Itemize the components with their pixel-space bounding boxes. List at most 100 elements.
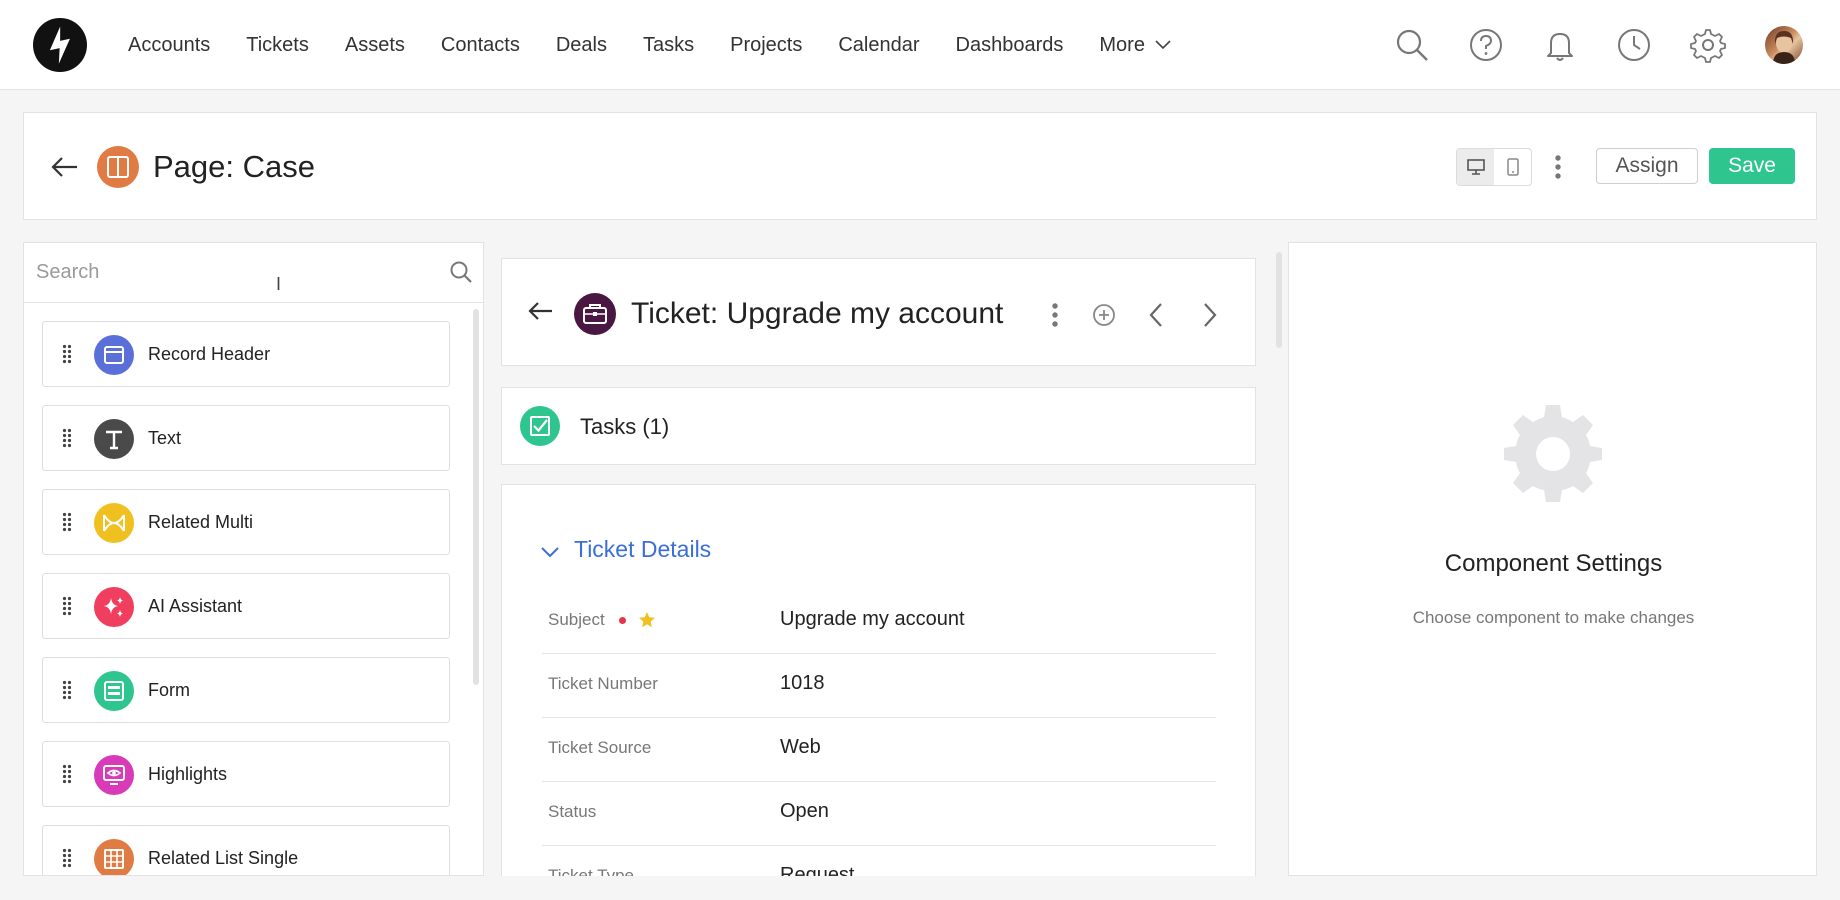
top-navigation: Accounts Tickets Assets Contacts Deals T… — [0, 0, 1840, 90]
task-checkbox-icon — [520, 406, 560, 446]
ticket-briefcase-icon — [574, 293, 616, 335]
field-value: Request — [780, 864, 855, 876]
nav-contacts[interactable]: Contacts — [441, 34, 520, 57]
page-header: Page: Case Assign Save — [23, 112, 1817, 220]
nav-deals[interactable]: Deals — [556, 34, 607, 57]
bell-icon[interactable] — [1542, 27, 1578, 63]
field-label: Ticket Number — [548, 674, 658, 693]
add-circle-icon[interactable] — [1091, 302, 1117, 328]
component-label: Record Header — [148, 344, 271, 364]
component-label: Highlights — [148, 764, 228, 784]
sparkle-icon — [94, 587, 134, 627]
table-icon — [94, 839, 134, 875]
desktop-view-button[interactable] — [1457, 149, 1494, 185]
chevron-down-icon[interactable] — [540, 545, 560, 559]
tasks-related-list[interactable]: Tasks (1) — [501, 387, 1256, 465]
assign-button[interactable]: Assign — [1596, 148, 1698, 184]
drag-handle-icon[interactable] — [62, 848, 72, 868]
field-label: Ticket Source — [548, 738, 652, 757]
drag-handle-icon[interactable] — [62, 680, 72, 700]
nav-dashboards[interactable]: Dashboards — [956, 34, 1064, 57]
field-label: Ticket Type — [548, 866, 634, 876]
briefcase-icon — [583, 304, 607, 324]
nav-tasks[interactable]: Tasks — [643, 34, 694, 57]
settings-title: Component Settings — [1444, 550, 1663, 577]
nav-links: Accounts Tickets Assets Contacts Deals T… — [128, 0, 1207, 90]
app-logo[interactable] — [33, 18, 87, 72]
chevron-right-icon[interactable] — [1201, 301, 1219, 329]
gear-icon — [1504, 405, 1602, 502]
field-value: Web — [780, 736, 821, 758]
field-row-ticket-source[interactable]: Ticket Source Web — [542, 718, 1216, 782]
tasks-label: Tasks (1) — [580, 414, 670, 439]
mobile-icon — [1506, 158, 1519, 176]
layout-icon — [107, 156, 129, 178]
nav-accounts[interactable]: Accounts — [128, 34, 210, 57]
section-title[interactable]: Ticket Details — [574, 536, 711, 563]
component-form[interactable]: Form — [42, 657, 450, 723]
search-icon[interactable] — [449, 260, 473, 284]
component-settings-panel: Component Settings Choose component to m… — [1288, 242, 1817, 876]
highlights-icon — [94, 755, 134, 795]
chevron-left-icon[interactable] — [1147, 301, 1165, 329]
nav-calendar[interactable]: Calendar — [838, 34, 919, 57]
lightning-logo-icon — [49, 26, 70, 64]
component-ai-assistant[interactable]: AI Assistant — [42, 573, 450, 639]
component-text[interactable]: Text — [42, 405, 450, 471]
component-label: Form — [148, 680, 190, 700]
field-row-status[interactable]: Status Open — [542, 782, 1216, 846]
component-related-multi[interactable]: Related Multi — [42, 489, 450, 555]
nav-more[interactable]: More — [1099, 34, 1171, 57]
nav-assets[interactable]: Assets — [345, 34, 405, 57]
component-highlights[interactable]: Highlights — [42, 741, 450, 807]
component-library-panel: I Record Header Text Related Multi — [23, 242, 484, 876]
field-value: Upgrade my account — [780, 608, 965, 630]
ticket-record-header[interactable]: Ticket: Upgrade my account — [501, 258, 1256, 366]
chevron-down-icon — [1155, 40, 1171, 50]
component-record-header[interactable]: Record Header — [42, 321, 450, 387]
more-options-icon[interactable] — [1554, 154, 1562, 180]
nav-projects[interactable]: Projects — [730, 34, 802, 57]
component-search-input[interactable] — [24, 243, 483, 303]
page-title: Page: Case — [153, 149, 315, 184]
mobile-view-button[interactable] — [1494, 149, 1531, 185]
clock-icon[interactable] — [1616, 27, 1652, 63]
star-icon — [638, 612, 655, 628]
drag-handle-icon[interactable] — [62, 428, 72, 448]
ticket-details-section[interactable]: Ticket Details Subject Upgrade my accoun… — [501, 484, 1256, 876]
field-label-text: Subject — [548, 610, 605, 629]
help-icon[interactable] — [1468, 27, 1504, 63]
component-label: Related List Single — [148, 848, 299, 868]
back-arrow-icon[interactable] — [51, 156, 79, 178]
field-row-subject[interactable]: Subject Upgrade my account — [542, 590, 1216, 654]
field-value: 1018 — [780, 672, 825, 694]
component-list-scrollbar[interactable] — [473, 309, 479, 685]
field-row-ticket-number[interactable]: Ticket Number 1018 — [542, 654, 1216, 718]
avatar-portrait-icon — [1773, 31, 1795, 64]
drag-handle-icon[interactable] — [62, 764, 72, 784]
desktop-icon — [1466, 159, 1485, 175]
more-options-icon[interactable] — [1051, 302, 1059, 328]
nav-more-label: More — [1099, 33, 1145, 56]
text-cursor-icon: I — [276, 274, 282, 294]
ticket-title: Ticket: Upgrade my account — [631, 297, 1004, 330]
drag-handle-icon[interactable] — [62, 344, 72, 364]
nav-tickets[interactable]: Tickets — [246, 34, 309, 57]
gear-icon[interactable] — [1690, 27, 1726, 63]
component-list: Record Header Text Related Multi AI Assi… — [42, 321, 450, 875]
settings-subtitle: Choose component to make changes — [1412, 608, 1695, 627]
related-multi-icon — [94, 503, 134, 543]
component-related-list-single[interactable]: Related List Single — [42, 825, 450, 875]
save-button[interactable]: Save — [1709, 148, 1795, 184]
drag-handle-icon[interactable] — [62, 596, 72, 616]
field-row-ticket-type[interactable]: Ticket Type Request — [542, 846, 1216, 876]
user-avatar[interactable] — [1765, 26, 1803, 64]
back-arrow-icon[interactable] — [528, 301, 554, 321]
drag-handle-icon[interactable] — [62, 512, 72, 532]
required-dot-icon — [618, 616, 626, 624]
canvas-scrollbar[interactable] — [1276, 252, 1282, 348]
component-label: Text — [148, 428, 182, 448]
field-label: Subject — [548, 610, 656, 630]
field-value: Open — [780, 800, 829, 822]
search-icon[interactable] — [1394, 27, 1430, 63]
